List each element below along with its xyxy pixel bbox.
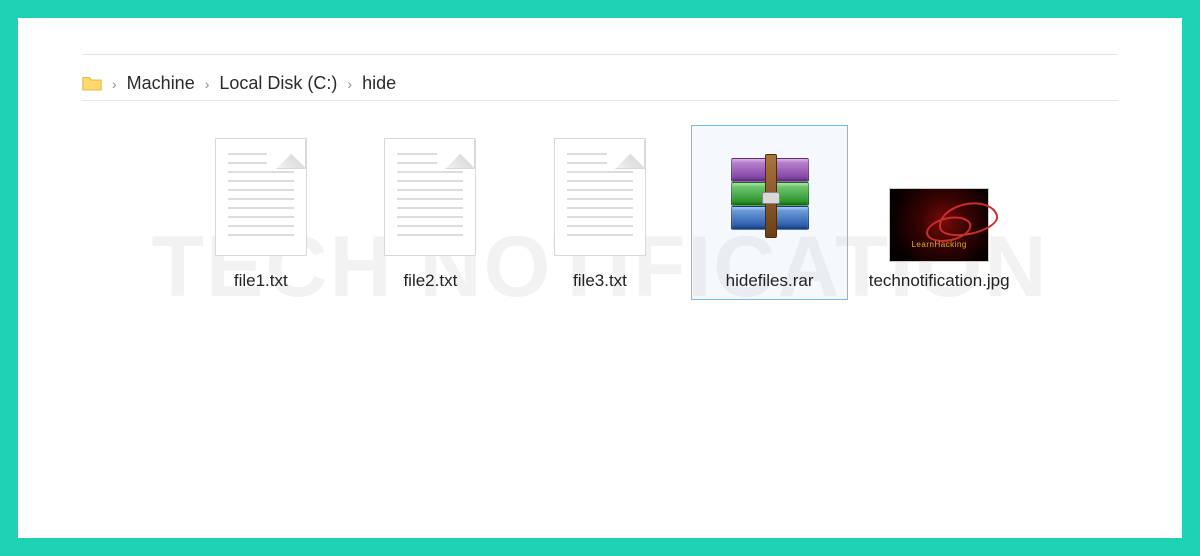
chevron-right-icon: › [112,76,117,92]
breadcrumb-item[interactable]: Local Disk (C:) [219,73,337,94]
file-name-label: hidefiles.rar [726,270,814,291]
image-thumbnail-icon: LearnHacking [889,132,989,262]
file-name-label: file2.txt [403,270,457,291]
folder-icon [82,75,102,93]
chevron-right-icon: › [205,76,210,92]
breadcrumb-item[interactable]: Machine [127,73,195,94]
file-item[interactable]: hidefiles.rar [691,125,849,300]
file-grid: file1.txt file2.txt file3.txt [42,101,1158,300]
file-item[interactable]: file2.txt [352,125,510,300]
text-file-icon [380,132,480,262]
rar-archive-icon [720,132,820,262]
file-item[interactable]: file3.txt [521,125,679,300]
text-file-icon [550,132,650,262]
file-item[interactable]: file1.txt [182,125,340,300]
file-name-label: file1.txt [234,270,288,291]
explorer-window: TECH NOTIFICATION › Machine › Local Disk… [18,18,1182,538]
divider-top [82,54,1118,55]
file-item[interactable]: LearnHacking technotification.jpg [860,125,1018,300]
chevron-right-icon: › [347,76,352,92]
breadcrumb-item[interactable]: hide [362,73,396,94]
file-name-label: technotification.jpg [869,270,1010,291]
file-name-label: file3.txt [573,270,627,291]
text-file-icon [211,132,311,262]
breadcrumb[interactable]: › Machine › Local Disk (C:) › hide [82,73,1118,101]
